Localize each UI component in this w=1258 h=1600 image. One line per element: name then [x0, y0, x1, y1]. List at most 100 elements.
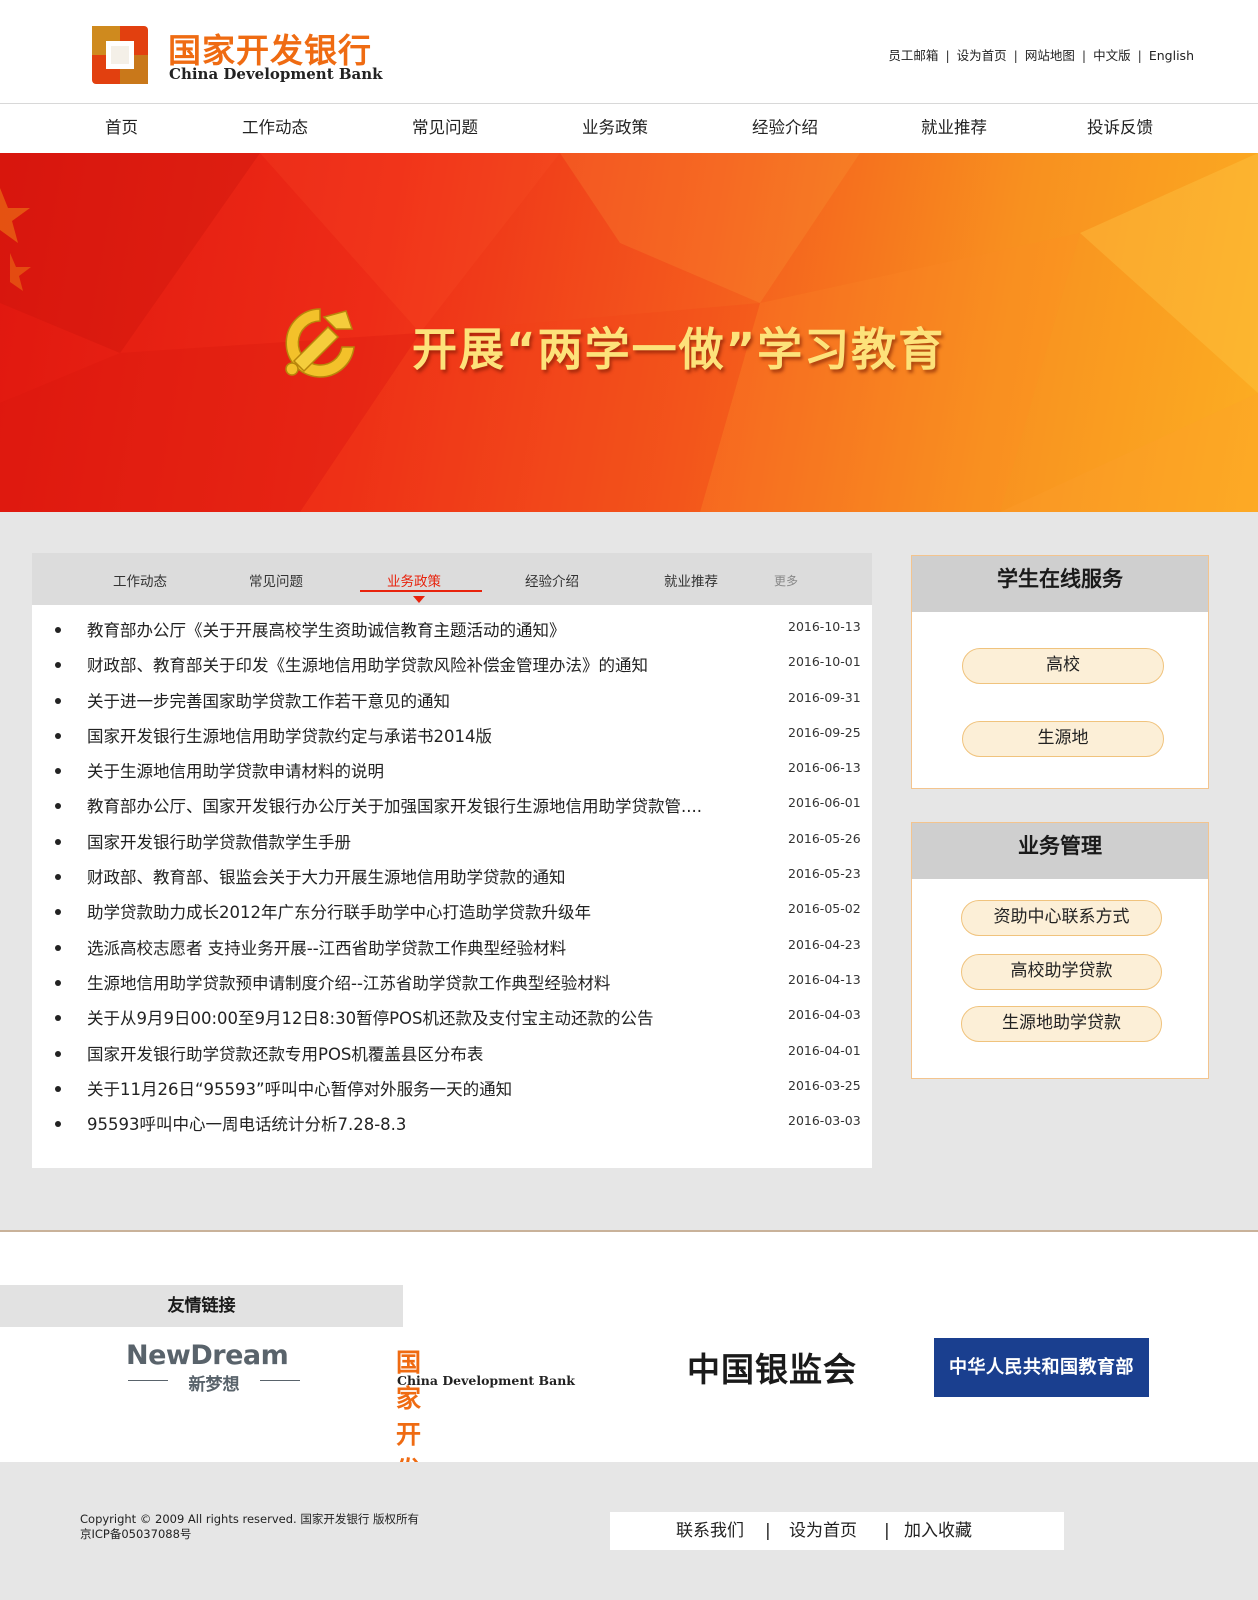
- news-list-item[interactable]: 财政部、教育部、银监会关于大力开展生源地信用助学贷款的通知 2016-05-23: [32, 862, 872, 897]
- footer-links: 联系我们 | 设为首页 | 加入收藏: [610, 1512, 1064, 1550]
- main-nav: 首页 工作动态 常见问题 业务政策 经验介绍 就业推荐 投诉反馈: [0, 105, 1258, 153]
- news-date: 2016-04-03: [788, 1007, 861, 1023]
- bullet-icon: [55, 838, 61, 845]
- footer-set-homepage-link[interactable]: 设为首页: [789, 1512, 857, 1550]
- friendly-links-title: 友情链接: [0, 1285, 403, 1327]
- active-tab-arrow-icon: [413, 596, 425, 603]
- more-link[interactable]: 更多: [774, 572, 798, 589]
- news-title-link[interactable]: 95593呼叫中心一周电话统计分析7.28-8.3: [87, 1111, 757, 1135]
- nav-item-home[interactable]: 首页: [105, 114, 138, 138]
- bullet-icon: [55, 1121, 61, 1128]
- news-title-link[interactable]: 关于从9月9日00:00至9月12日8:30暂停POS机还款及支付宝主动还款的公…: [87, 1005, 757, 1029]
- news-list-item[interactable]: 国家开发银行助学贷款借款学生手册 2016-05-26: [32, 827, 872, 862]
- add-favorite-link[interactable]: 加入收藏: [904, 1512, 972, 1550]
- tab-policy[interactable]: 业务政策: [387, 570, 441, 590]
- news-date: 2016-10-13: [788, 619, 861, 634]
- nav-item-faq[interactable]: 常见问题: [412, 114, 478, 138]
- student-service-panel: 学生在线服务 高校 生源地: [911, 555, 1209, 789]
- news-list-item[interactable]: 国家开发银行生源地信用助学贷款约定与承诺书2014版 2016-09-25: [32, 721, 872, 756]
- content-area: 工作动态 常见问题 业务政策 经验介绍 就业推荐 更多 教育部办公厅《关于开展高…: [0, 512, 1258, 1232]
- bullet-icon: [55, 874, 61, 881]
- news-list-item[interactable]: 财政部、教育部关于印发《生源地信用助学贷款风险补偿金管理办法》的通知 2016-1…: [32, 650, 872, 685]
- news-title-link[interactable]: 助学贷款助力成长2012年广东分行联手助学中心打造助学贷款升级年: [87, 899, 757, 923]
- news-date: 2016-04-13: [788, 971, 861, 987]
- news-title-link[interactable]: 关于进一步完善国家助学贷款工作若干意见的通知: [87, 688, 757, 712]
- chinese-version-link[interactable]: 中文版: [1093, 48, 1131, 63]
- bullet-icon: [55, 732, 61, 739]
- news-title-link[interactable]: 选派高校志愿者 支持业务开展--江西省助学贷款工作典型经验材料: [87, 935, 757, 959]
- sitemap-link[interactable]: 网站地图: [1025, 48, 1075, 63]
- news-list-item[interactable]: 关于从9月9日00:00至9月12日8:30暂停POS机还款及支付宝主动还款的公…: [32, 1003, 872, 1038]
- news-date: 2016-06-13: [788, 760, 861, 776]
- business-management-title: 业务管理: [912, 823, 1208, 879]
- bullet-icon: [55, 662, 61, 669]
- news-title-link[interactable]: 教育部办公厅《关于开展高校学生资助诚信教育主题活动的通知》: [87, 617, 757, 641]
- news-date: 2016-04-01: [788, 1042, 861, 1058]
- icp-number: 京ICP备05037088号: [80, 1527, 192, 1541]
- news-title-link[interactable]: 财政部、教育部、银监会关于大力开展生源地信用助学贷款的通知: [87, 864, 757, 888]
- nav-item-experience[interactable]: 经验介绍: [752, 114, 818, 138]
- cdb-logo-icon[interactable]: [92, 26, 148, 84]
- news-list-item[interactable]: 助学贷款助力成长2012年广东分行联手助学中心打造助学贷款升级年 2016-05-…: [32, 897, 872, 932]
- news-date: 2016-04-23: [788, 936, 861, 952]
- news-list-item[interactable]: 生源地信用助学贷款预申请制度介绍--江苏省助学贷款工作典型经验材料 2016-04…: [32, 968, 872, 1003]
- cdb-link-logo-en: China Development Bank: [397, 1373, 575, 1388]
- news-list-item[interactable]: 国家开发银行助学贷款还款专用POS机覆盖县区分布表 2016-04-01: [32, 1039, 872, 1074]
- active-tab-underline: [360, 590, 482, 592]
- staff-email-link[interactable]: 员工邮箱: [888, 48, 938, 63]
- site-footer: Copyright © 2009 All rights reserved. 国家…: [0, 1462, 1258, 1600]
- contact-us-link[interactable]: 联系我们: [676, 1512, 744, 1550]
- tab-work-news[interactable]: 工作动态: [113, 570, 167, 590]
- top-links: 员工邮箱 | 设为首页 | 网站地图 | 中文版 | English: [888, 48, 1194, 63]
- student-service-title: 学生在线服务: [912, 556, 1208, 612]
- news-title-link[interactable]: 财政部、教育部关于印发《生源地信用助学贷款风险补偿金管理办法》的通知: [87, 652, 757, 676]
- english-version-link[interactable]: English: [1149, 48, 1194, 63]
- news-list-item[interactable]: 教育部办公厅《关于开展高校学生资助诚信教育主题活动的通知》 2016-10-13: [32, 615, 872, 650]
- aid-center-contact-button[interactable]: 资助中心联系方式: [961, 900, 1162, 936]
- newdream-logo-cn: 新梦想: [188, 1375, 240, 1395]
- news-list-item[interactable]: 教育部办公厅、国家开发银行办公厅关于加强国家开发银行生源地信用助学贷款管....…: [32, 791, 872, 826]
- news-list-item[interactable]: 95593呼叫中心一周电话统计分析7.28-8.3 2016-03-03: [32, 1109, 872, 1144]
- footer-separator: |: [765, 1521, 771, 1541]
- news-date: 2016-03-25: [788, 1077, 861, 1093]
- news-title-link[interactable]: 国家开发银行生源地信用助学贷款约定与承诺书2014版: [87, 723, 757, 747]
- news-date: 2016-05-26: [788, 830, 861, 846]
- bullet-icon: [55, 627, 61, 633]
- nav-item-policy[interactable]: 业务政策: [582, 114, 648, 138]
- hero-banner[interactable]: 开展“两学一做”学习教育: [0, 153, 1258, 512]
- news-list-item[interactable]: 关于11月26日“95593”呼叫中心暂停对外服务一天的通知 2016-03-25: [32, 1074, 872, 1109]
- tab-employment[interactable]: 就业推荐: [664, 570, 718, 590]
- bullet-icon: [55, 803, 61, 810]
- university-loan-button[interactable]: 高校助学贷款: [961, 954, 1162, 990]
- news-list-item[interactable]: 选派高校志愿者 支持业务开展--江西省助学贷款工作典型经验材料 2016-04-2…: [32, 933, 872, 968]
- footer-separator: |: [884, 1521, 890, 1541]
- copyright-block: Copyright © 2009 All rights reserved. 国家…: [80, 1512, 419, 1542]
- news-box: 工作动态 常见问题 业务政策 经验介绍 就业推荐 更多 教育部办公厅《关于开展高…: [32, 553, 872, 1168]
- nav-item-work-news[interactable]: 工作动态: [242, 114, 308, 138]
- nav-item-employment[interactable]: 就业推荐: [921, 114, 987, 138]
- cbrc-link[interactable]: 中国银监会: [687, 1343, 857, 1391]
- news-date: 2016-05-02: [788, 901, 861, 917]
- news-title-link[interactable]: 国家开发银行助学贷款借款学生手册: [87, 829, 757, 853]
- logo-text-en: China Development Bank: [169, 65, 383, 83]
- origin-loan-button[interactable]: 生源地助学贷款: [961, 1006, 1162, 1042]
- news-date: 2016-10-01: [788, 654, 861, 670]
- newdream-logo-rule-right: [260, 1380, 300, 1381]
- bullet-icon: [55, 944, 61, 951]
- news-title-link[interactable]: 关于生源地信用助学贷款申请材料的说明: [87, 758, 757, 782]
- moe-link[interactable]: 中华人民共和国教育部: [934, 1338, 1149, 1397]
- set-homepage-link[interactable]: 设为首页: [957, 48, 1007, 63]
- origin-place-button[interactable]: 生源地: [962, 721, 1164, 757]
- party-emblem-icon: [285, 308, 355, 378]
- news-title-link[interactable]: 生源地信用助学贷款预申请制度介绍--江苏省助学贷款工作典型经验材料: [87, 970, 757, 994]
- news-title-link[interactable]: 关于11月26日“95593”呼叫中心暂停对外服务一天的通知: [87, 1076, 757, 1100]
- bullet-icon: [55, 1050, 61, 1057]
- news-list-item[interactable]: 关于生源地信用助学贷款申请材料的说明 2016-06-13: [32, 756, 872, 791]
- tab-experience[interactable]: 经验介绍: [525, 570, 579, 590]
- news-title-link[interactable]: 国家开发银行助学贷款还款专用POS机覆盖县区分布表: [87, 1041, 757, 1065]
- news-list-item[interactable]: 关于进一步完善国家助学贷款工作若干意见的通知 2016-09-31: [32, 686, 872, 721]
- nav-item-complaint[interactable]: 投诉反馈: [1087, 114, 1153, 138]
- news-title-link[interactable]: 教育部办公厅、国家开发银行办公厅关于加强国家开发银行生源地信用助学贷款管....: [87, 793, 757, 817]
- university-button[interactable]: 高校: [962, 648, 1164, 684]
- tab-faq[interactable]: 常见问题: [249, 570, 303, 590]
